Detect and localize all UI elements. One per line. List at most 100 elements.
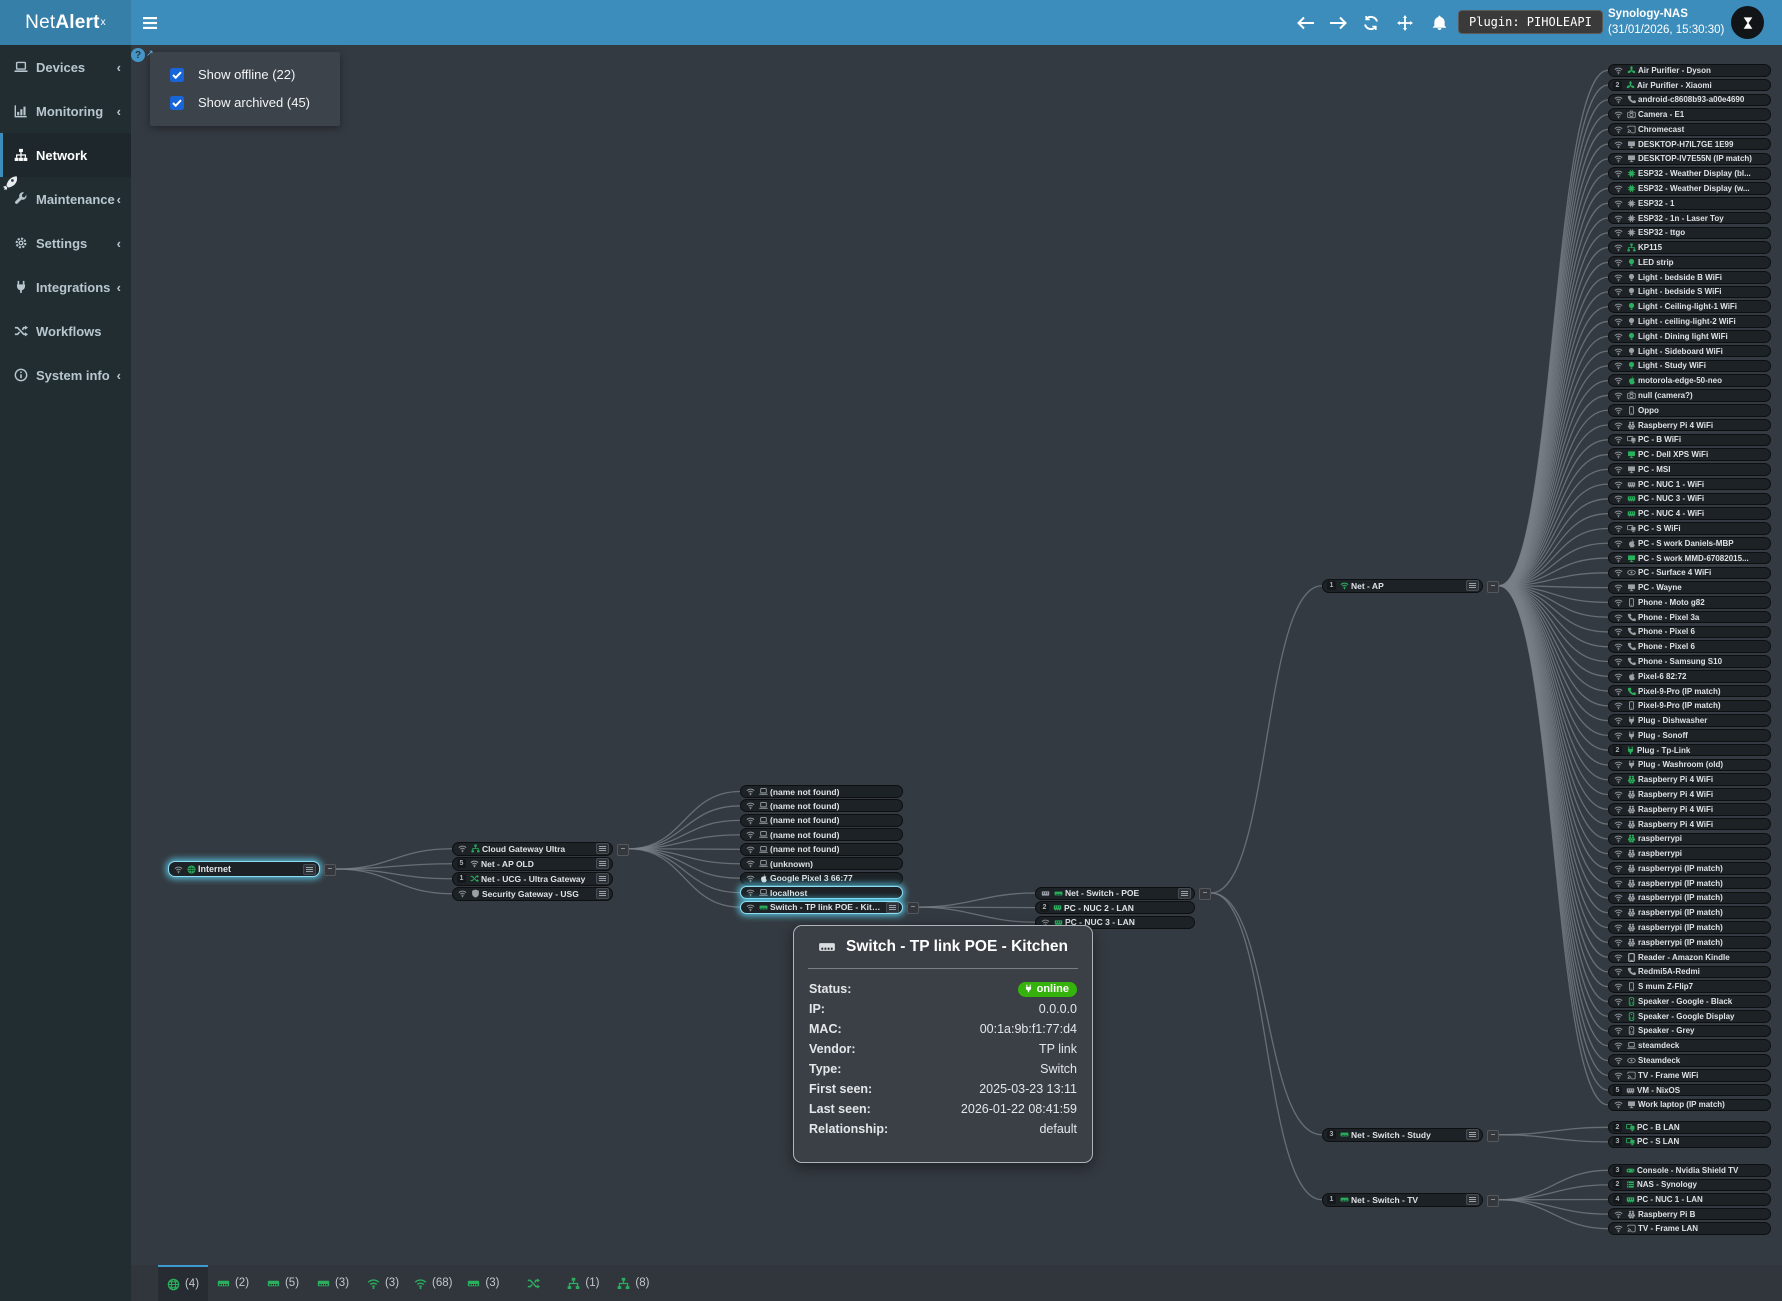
device-node[interactable]: Plug - Sonoff — [1608, 729, 1771, 742]
device-node[interactable]: android-c8608b93-a00e4690 — [1608, 94, 1771, 107]
node-menu-button[interactable] — [303, 864, 316, 875]
bottom-tab-wifi-5[interactable]: (68) — [408, 1265, 458, 1301]
device-node[interactable]: Pixel-9-Pro (IP match) — [1608, 685, 1771, 698]
device-node[interactable]: steamdeck — [1608, 1039, 1771, 1052]
fit-view-icon[interactable] — [1390, 0, 1420, 45]
show-archived-checkbox[interactable] — [170, 96, 184, 110]
help-icon[interactable]: ? — [131, 48, 145, 62]
device-node[interactable]: ESP32 - 1 — [1608, 197, 1771, 210]
device-node[interactable]: 3PC - S LAN — [1608, 1136, 1771, 1149]
sidebar-item-maintenance[interactable]: Maintenance‹ — [0, 177, 131, 221]
device-node[interactable]: Light - Ceiling-light-1 WiFi — [1608, 300, 1771, 313]
node-menu-button[interactable] — [596, 888, 609, 899]
switch-node[interactable]: 2PC - NUC 2 - LAN — [1035, 901, 1195, 914]
device-node[interactable]: Pixel-9-Pro (IP match) — [1608, 700, 1771, 713]
device-node[interactable]: Phone - Samsung S10 — [1608, 655, 1771, 668]
bell-icon[interactable] — [1424, 0, 1454, 45]
device-node[interactable]: Light - bedside S WiFi — [1608, 286, 1771, 299]
node-menu-button[interactable] — [1466, 1194, 1479, 1205]
node-menu-button[interactable] — [596, 858, 609, 869]
collapse-button[interactable]: − — [1199, 888, 1211, 900]
device-node[interactable]: Chromecast — [1608, 123, 1771, 136]
device-node[interactable]: Raspberry Pi 4 WiFi — [1608, 818, 1771, 831]
sidebar-item-system-info[interactable]: System info‹ — [0, 353, 131, 397]
collapse-button[interactable]: − — [1487, 581, 1499, 593]
help-bubble[interactable]: ? ↗ — [131, 48, 154, 62]
show-offline-checkbox[interactable] — [170, 68, 184, 82]
device-node[interactable]: Phone - Pixel 6 — [1608, 626, 1771, 639]
node-menu-button[interactable] — [886, 902, 899, 913]
gateway-node[interactable]: 5Net - AP OLD — [452, 857, 613, 871]
device-node[interactable]: Light - Study WiFi — [1608, 360, 1771, 373]
device-node[interactable]: raspberrypi (IP match) — [1608, 877, 1771, 890]
sidebar-item-network[interactable]: Network — [0, 133, 131, 177]
device-node[interactable]: S mum Z-Flip7 — [1608, 980, 1771, 993]
device-node[interactable]: Camera - E1 — [1608, 108, 1771, 121]
device-node[interactable]: localhost — [740, 886, 903, 899]
device-node[interactable]: Steamdeck — [1608, 1054, 1771, 1067]
rocket-icon[interactable] — [2, 174, 19, 193]
hub-node-study[interactable]: 3Net - Switch - Study — [1322, 1128, 1483, 1142]
device-node[interactable]: Light - Dining light WiFi — [1608, 330, 1771, 343]
collapse-button[interactable]: − — [324, 864, 336, 876]
device-node[interactable]: TV - Frame LAN — [1608, 1222, 1771, 1235]
sidebar-item-workflows[interactable]: Workflows — [0, 309, 131, 353]
device-node[interactable]: raspberrypi — [1608, 833, 1771, 846]
device-node[interactable]: Switch - TP link POE - Kitchen — [740, 901, 903, 914]
sidebar-item-integrations[interactable]: Integrations‹ — [0, 265, 131, 309]
device-node[interactable]: raspberrypi (IP match) — [1608, 921, 1771, 934]
device-node[interactable]: motorola-edge-50-neo — [1608, 374, 1771, 387]
device-node[interactable]: Light - bedside B WiFi — [1608, 271, 1771, 284]
device-node[interactable]: Speaker - Google - Black — [1608, 995, 1771, 1008]
device-node[interactable]: (unknown) — [740, 857, 903, 870]
device-node[interactable]: 2NAS - Synology — [1608, 1179, 1771, 1192]
collapse-button[interactable]: − — [617, 844, 629, 856]
app-logo[interactable]: NetAlertx — [0, 0, 131, 45]
device-node[interactable]: ESP32 - Weather Display (w... — [1608, 182, 1771, 195]
device-node[interactable]: Raspberry Pi 4 WiFi — [1608, 803, 1771, 816]
hub-node-tv[interactable]: 1Net - Switch - TV — [1322, 1193, 1483, 1207]
device-node[interactable]: (name not found) — [740, 799, 903, 812]
device-node[interactable]: Google Pixel 3 66:77 — [740, 872, 903, 885]
device-node[interactable]: (name not found) — [740, 814, 903, 827]
device-node[interactable]: DESKTOP-IV7E55N (IP match) — [1608, 153, 1771, 166]
device-node[interactable]: Speaker - Grey — [1608, 1025, 1771, 1038]
gateway-node[interactable]: Security Gateway - USG — [452, 887, 613, 901]
device-node[interactable]: (name not found) — [740, 785, 903, 798]
device-node[interactable]: Light - Sideboard WiFi — [1608, 345, 1771, 358]
device-node[interactable]: Pixel-6 82:72 — [1608, 670, 1771, 683]
node-menu-button[interactable] — [596, 873, 609, 884]
device-node[interactable]: null (camera?) — [1608, 389, 1771, 402]
device-node[interactable]: Raspberry Pi 4 WiFi — [1608, 788, 1771, 801]
bottom-tab-shuffle-7[interactable] — [508, 1265, 558, 1301]
device-node[interactable]: PC - S WiFi — [1608, 522, 1771, 535]
device-node[interactable]: Raspberry Pi B — [1608, 1208, 1771, 1221]
device-node[interactable]: Oppo — [1608, 404, 1771, 417]
hub-node-ap[interactable]: 1Net - AP — [1322, 579, 1483, 593]
device-node[interactable]: PC - S work Daniels-MBP — [1608, 537, 1771, 550]
device-node[interactable]: PC - MSI — [1608, 463, 1771, 476]
device-node[interactable]: PC - Surface 4 WiFi — [1608, 567, 1771, 580]
refresh-icon[interactable] — [1356, 0, 1386, 45]
gateway-node[interactable]: 1Net - UCG - Ultra Gateway — [452, 872, 613, 886]
show-archived-row[interactable]: Show archived (45) — [170, 95, 310, 110]
device-node[interactable]: Plug - Dishwasher — [1608, 714, 1771, 727]
device-node[interactable]: raspberrypi — [1608, 847, 1771, 860]
device-node[interactable]: Air Purifier - Dyson — [1608, 64, 1771, 77]
device-node[interactable]: DESKTOP-H7IL7GE 1E99 — [1608, 138, 1771, 151]
bottom-tab-globe-0[interactable]: (4) — [158, 1265, 208, 1301]
device-node[interactable]: Reader - Amazon Kindle — [1608, 951, 1771, 964]
device-node[interactable]: PC - S work MMD-67082015... — [1608, 552, 1771, 565]
device-node[interactable]: Light - ceiling-light-2 WiFi — [1608, 315, 1771, 328]
node-menu-button[interactable] — [1466, 1129, 1479, 1140]
device-node[interactable]: raspberrypi (IP match) — [1608, 936, 1771, 949]
device-node[interactable]: raspberrypi (IP match) — [1608, 906, 1771, 919]
device-node[interactable]: Speaker - Google Display — [1608, 1010, 1771, 1023]
device-node[interactable]: PC - Dell XPS WiFi — [1608, 448, 1771, 461]
sidebar-item-monitoring[interactable]: Monitoring‹ — [0, 89, 131, 133]
device-node[interactable]: raspberrypi (IP match) — [1608, 892, 1771, 905]
sidebar-item-devices[interactable]: Devices‹ — [0, 45, 131, 89]
switch-node[interactable]: Net - Switch - POE — [1035, 887, 1195, 900]
device-node[interactable]: ESP32 - Weather Display (bl... — [1608, 167, 1771, 180]
bottom-tab-hub-8[interactable]: (1) — [558, 1265, 608, 1301]
